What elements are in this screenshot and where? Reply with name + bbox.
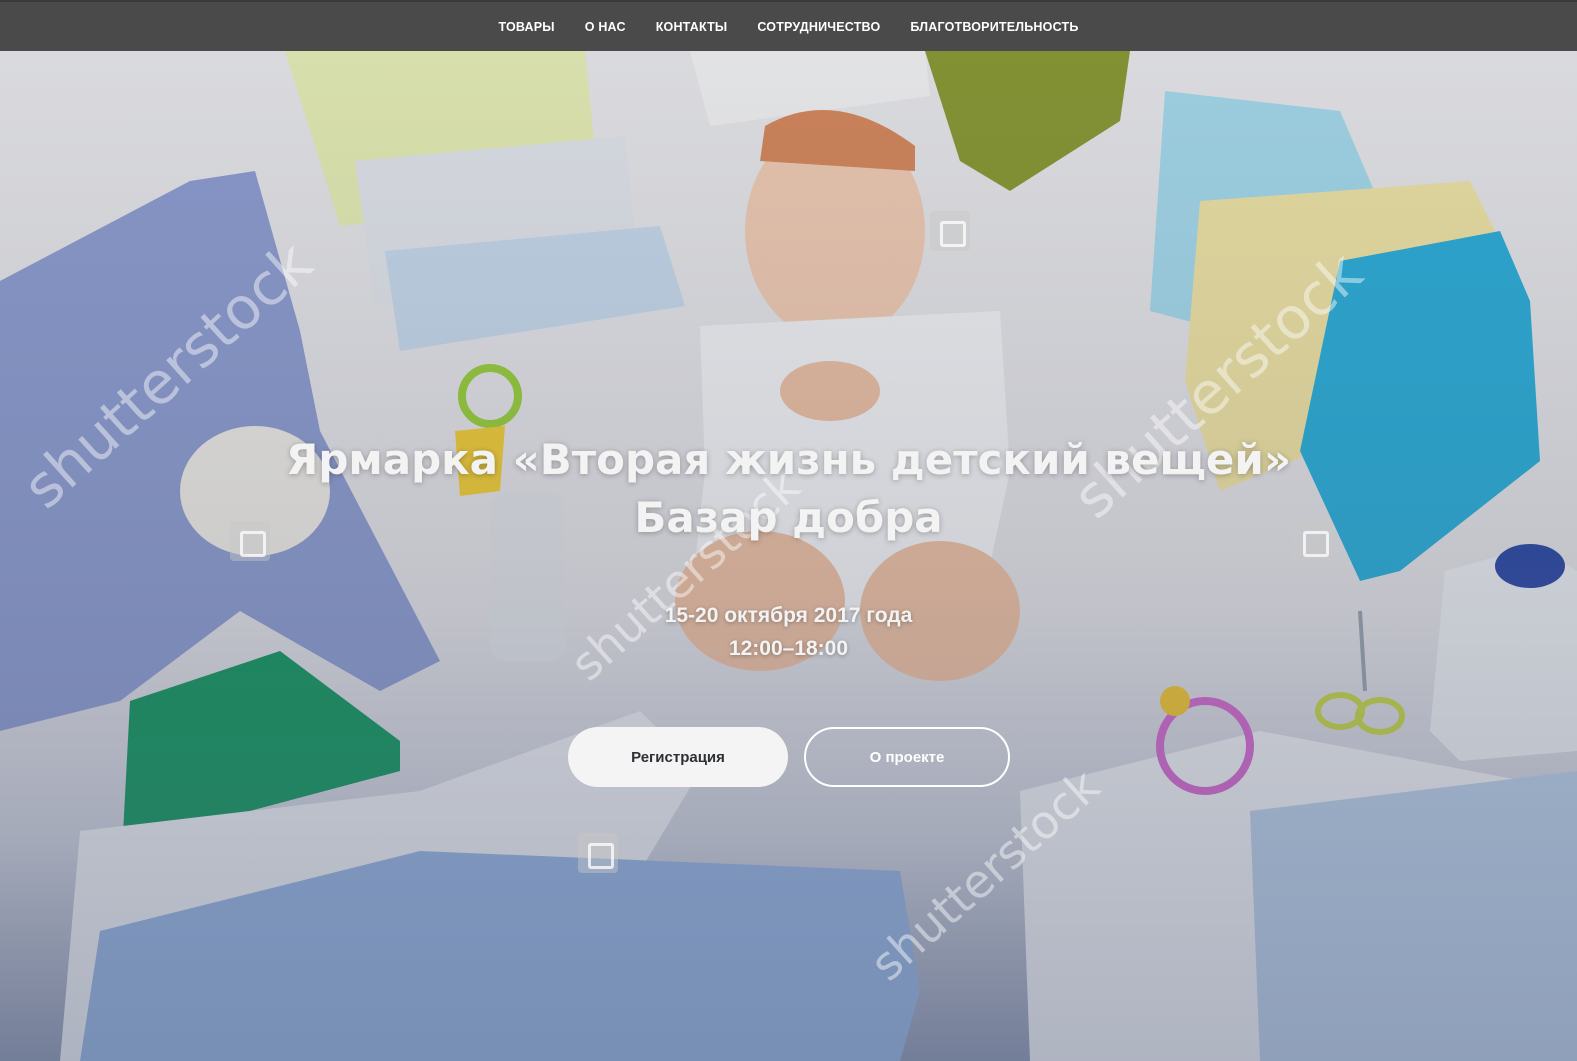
hero-section: shutterstock shutterstock shutterstock s… <box>0 51 1577 1061</box>
hero-title-line-2: Базар добра <box>634 493 943 542</box>
nav-item-charity[interactable]: БЛАГОТВОРИТЕЛЬНОСТЬ <box>910 20 1078 34</box>
nav-menu: ТОВАРЫ О НАС КОНТАКТЫ СОТРУДНИЧЕСТВО БЛА… <box>498 20 1078 34</box>
event-time-range: 12:00–18:00 <box>728 637 849 660</box>
watermark-icon <box>578 833 618 873</box>
hero-buttons: Регистрация О проекте <box>568 727 1010 787</box>
nav-item-contacts[interactable]: КОНТАКТЫ <box>656 20 728 34</box>
top-navbar: ТОВАРЫ О НАС КОНТАКТЫ СОТРУДНИЧЕСТВО БЛА… <box>0 0 1577 51</box>
nav-item-cooperation[interactable]: СОТРУДНИЧЕСТВО <box>757 20 880 34</box>
about-project-button[interactable]: О проекте <box>804 727 1010 787</box>
event-date-range: 15-20 октября 2017 года <box>664 604 913 627</box>
hero-title-line-1: Ярмарка «Вторая жизнь детский вещей» <box>286 435 1291 484</box>
nav-item-about[interactable]: О НАС <box>585 20 626 34</box>
event-dates: 15-20 октября 2017 года 12:00–18:00 <box>0 599 1577 665</box>
hero-title: Ярмарка «Вторая жизнь детский вещей» Баз… <box>0 431 1577 547</box>
register-button[interactable]: Регистрация <box>568 727 788 787</box>
hero-content: Ярмарка «Вторая жизнь детский вещей» Баз… <box>0 431 1577 665</box>
nav-item-products[interactable]: ТОВАРЫ <box>498 20 554 34</box>
watermark-icon <box>930 211 970 251</box>
